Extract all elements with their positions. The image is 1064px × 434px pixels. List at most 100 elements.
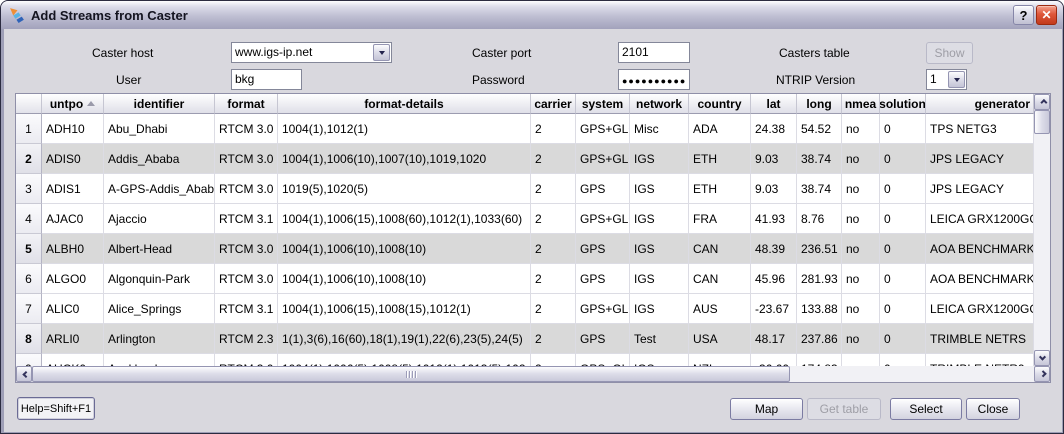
row-header[interactable]: 4 <box>16 204 42 234</box>
cell-solution[interactable]: 0 <box>880 144 926 174</box>
cell-lat[interactable]: 9.03 <box>751 174 797 204</box>
cell-lat[interactable]: -23.67 <box>751 294 797 324</box>
cell-solution[interactable]: 0 <box>880 114 926 144</box>
cell-generator[interactable]: AOA BENCHMARK <box>926 234 1034 264</box>
cell-lat[interactable]: 24.38 <box>751 114 797 144</box>
cell-identifier[interactable]: Alice_Springs <box>104 294 215 324</box>
cell-identifier[interactable]: Auckland <box>104 354 215 366</box>
vertical-scrollbar[interactable] <box>1034 94 1050 366</box>
cell-network[interactable]: Misc <box>630 114 689 144</box>
cell-carrier[interactable]: 2 <box>531 264 576 294</box>
titlebar-close-button[interactable]: ✕ <box>1036 5 1057 25</box>
cell-mountpoint[interactable]: ALGO0 <box>42 264 104 294</box>
cell-system[interactable]: GPS+GLO <box>576 144 630 174</box>
get-table-button[interactable]: Get table <box>807 398 881 420</box>
cell-mountpoint[interactable]: ALBH0 <box>42 234 104 264</box>
cell-generator[interactable]: LEICA GRX1200GG <box>926 204 1034 234</box>
help-hint-button[interactable]: Help=Shift+F1 <box>17 397 95 420</box>
cell-system[interactable]: GPS+GLO <box>576 114 630 144</box>
cell-carrier[interactable]: 2 <box>531 204 576 234</box>
cell-network[interactable]: IGS <box>630 294 689 324</box>
cell-system[interactable]: GPS+GLO <box>576 294 630 324</box>
cell-identifier[interactable]: A-GPS-Addis_Ababa <box>104 174 215 204</box>
cell-country[interactable]: ETH <box>689 144 751 174</box>
cell-long[interactable]: 8.76 <box>797 204 842 234</box>
cell-nmea[interactable]: no <box>842 234 880 264</box>
cell-system[interactable]: GPS <box>576 234 630 264</box>
cell-lat[interactable]: 48.17 <box>751 324 797 354</box>
title-bar[interactable]: Add Streams from Caster ? ✕ <box>1 1 1063 29</box>
cell-solution[interactable]: 0 <box>880 204 926 234</box>
cell-long[interactable]: 133.88 <box>797 294 842 324</box>
cell-format[interactable]: RTCM 3.0 <box>215 174 278 204</box>
cell-country[interactable]: AUS <box>689 294 751 324</box>
column-header-mountpoint[interactable]: untpo <box>42 94 104 114</box>
cell-mountpoint[interactable]: ADIS0 <box>42 144 104 174</box>
column-header-long[interactable]: long <box>797 94 842 114</box>
cell-country[interactable]: FRA <box>689 204 751 234</box>
cell-solution[interactable]: 0 <box>880 324 926 354</box>
cell-lat[interactable]: 48.39 <box>751 234 797 264</box>
cell-format-details[interactable]: 1019(5),1020(5) <box>278 174 531 204</box>
cell-country[interactable]: CAN <box>689 234 751 264</box>
cell-carrier[interactable]: 2 <box>531 294 576 324</box>
cell-format-details[interactable]: 1004(1),1006(10),1007(10),1019,1020 <box>278 144 531 174</box>
cell-format-details[interactable]: 1004(1),1006(5),1008(5),1012(1),1013(5),… <box>278 354 531 366</box>
cell-network[interactable]: IGS <box>630 174 689 204</box>
cell-system[interactable]: GPS+GLO <box>576 354 630 366</box>
column-header-solution[interactable]: solution <box>880 94 926 114</box>
cell-system[interactable]: GPS <box>576 174 630 204</box>
row-header[interactable]: 2 <box>16 144 42 174</box>
row-header[interactable]: 8 <box>16 324 42 354</box>
scroll-up-icon[interactable] <box>1034 94 1050 110</box>
cell-format[interactable]: RTCM 3.0 <box>215 264 278 294</box>
cell-nmea[interactable]: no <box>842 114 880 144</box>
cell-format-details[interactable]: 1004(1),1006(15),1008(15),1012(1) <box>278 294 531 324</box>
show-button[interactable]: Show <box>926 42 973 64</box>
column-header-generator[interactable]: generator <box>926 94 1034 114</box>
cell-network[interactable]: Test <box>630 324 689 354</box>
cell-country[interactable]: CAN <box>689 264 751 294</box>
cell-nmea[interactable]: no <box>842 204 880 234</box>
cell-format-details[interactable]: 1004(1),1006(10),1008(10) <box>278 264 531 294</box>
cell-identifier[interactable]: Algonquin-Park <box>104 264 215 294</box>
cell-mountpoint[interactable]: ALIC0 <box>42 294 104 324</box>
titlebar-help-button[interactable]: ? <box>1013 5 1034 25</box>
vertical-scroll-thumb[interactable] <box>1034 110 1050 134</box>
cell-generator[interactable]: TPS NETG3 <box>926 114 1034 144</box>
column-header-lat[interactable]: lat <box>751 94 797 114</box>
cell-format[interactable]: RTCM 3.0 <box>215 354 278 366</box>
cell-lat[interactable]: 41.93 <box>751 204 797 234</box>
cell-format[interactable]: RTCM 3.1 <box>215 294 278 324</box>
password-field[interactable]: ●●●●●●●●●● <box>618 69 690 90</box>
cell-system[interactable]: GPS <box>576 264 630 294</box>
cell-carrier[interactable]: 2 <box>531 234 576 264</box>
cell-generator[interactable]: TRIMBLE NETRS <box>926 324 1034 354</box>
cell-long[interactable]: 38.74 <box>797 144 842 174</box>
row-header[interactable]: 6 <box>16 264 42 294</box>
column-header-nmea[interactable]: nmea <box>842 94 880 114</box>
scroll-left-icon[interactable] <box>16 366 32 382</box>
cell-nmea[interactable]: no <box>842 294 880 324</box>
user-field[interactable]: bkg <box>231 69 302 90</box>
column-header-format[interactable]: format <box>215 94 278 114</box>
cell-mountpoint[interactable]: AUCK0 <box>42 354 104 366</box>
cell-nmea[interactable]: no <box>842 264 880 294</box>
cell-format-details[interactable]: 1(1),3(6),16(60),18(1),19(1),22(6),23(5)… <box>278 324 531 354</box>
ntrip-version-dropdown-icon[interactable] <box>948 71 965 88</box>
column-header-country[interactable]: country <box>689 94 751 114</box>
cell-system[interactable]: GPS <box>576 324 630 354</box>
cell-generator[interactable]: JPS LEGACY <box>926 144 1034 174</box>
column-header-carrier[interactable]: carrier <box>531 94 576 114</box>
column-header-network[interactable]: network <box>630 94 689 114</box>
cell-country[interactable]: USA <box>689 324 751 354</box>
cell-format-details[interactable]: 1004(1),1006(15),1008(60),1012(1),1033(6… <box>278 204 531 234</box>
cell-network[interactable]: IGS <box>630 144 689 174</box>
cell-carrier[interactable]: 2 <box>531 354 576 366</box>
cell-solution[interactable]: 0 <box>880 234 926 264</box>
table-corner-header[interactable] <box>16 94 42 114</box>
cell-lat[interactable]: 9.03 <box>751 144 797 174</box>
horizontal-scroll-thumb[interactable] <box>32 366 790 382</box>
scroll-right-icon[interactable] <box>1034 366 1050 382</box>
column-header-identifier[interactable]: identifier <box>104 94 215 114</box>
